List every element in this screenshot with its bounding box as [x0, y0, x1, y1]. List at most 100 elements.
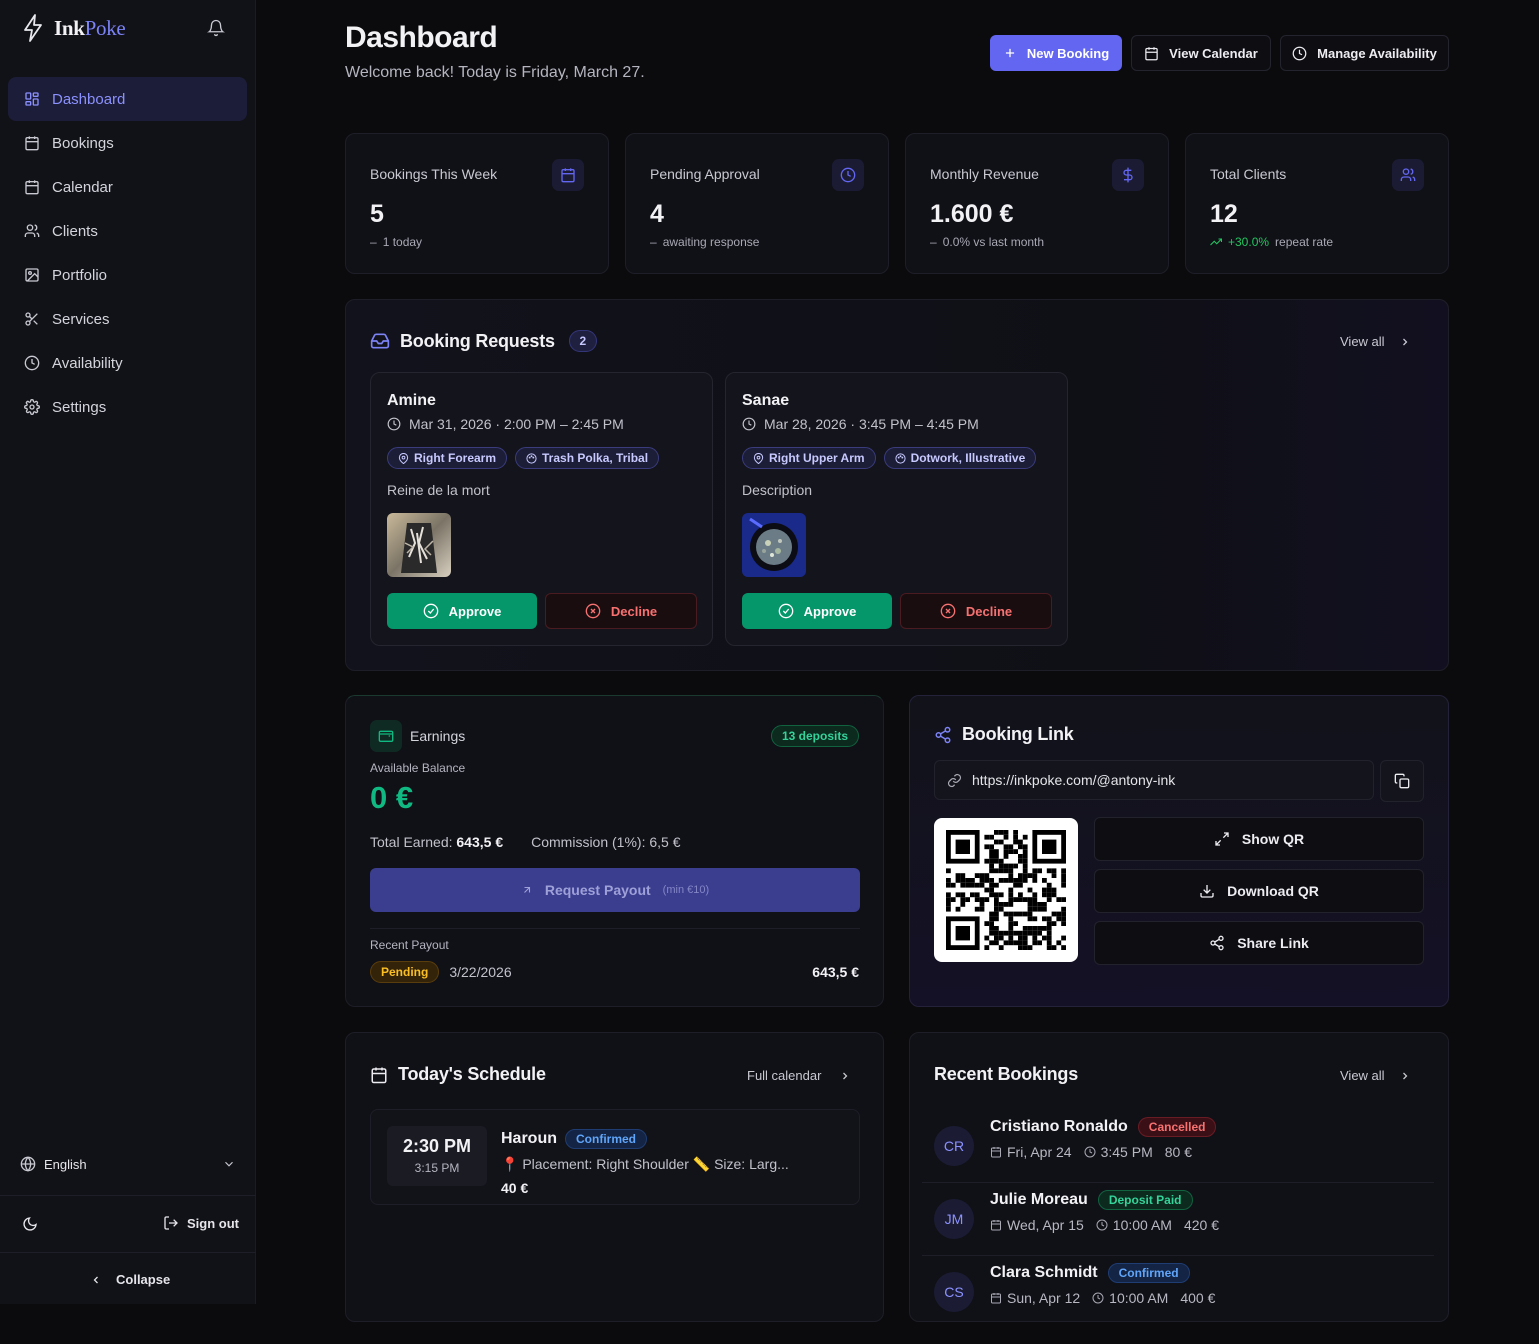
sidebar-item-bookings[interactable]: Bookings [8, 121, 247, 165]
booking-url-field[interactable]: https://inkpoke.com/@antony-ink [934, 760, 1374, 800]
users-icon [1392, 159, 1424, 191]
app-name: InkPoke [54, 15, 126, 40]
payout-amount: 643,5 € [812, 964, 859, 980]
sign-out-button[interactable]: Sign out [163, 1215, 239, 1231]
inbox-icon [370, 331, 390, 351]
count-badge: 2 [568, 330, 597, 352]
sidebar-item-services[interactable]: Services [8, 297, 247, 341]
client-name: Amine [387, 392, 436, 409]
stat-value: 1.600 € [930, 200, 1014, 228]
booking-row[interactable]: JM Julie Moreau Deposit Paid Wed, Apr 15… [934, 1190, 1434, 1271]
bell-icon[interactable] [207, 19, 225, 37]
reference-image[interactable] [742, 513, 806, 577]
stat-note-text: 0.0% vs last month [942, 235, 1045, 249]
sidebar-nav: Dashboard Bookings Calendar Clients Port… [8, 77, 247, 429]
booking-requests-panel: Booking Requests 2 View all Amine Mar 31… [345, 299, 1449, 671]
language-selector[interactable]: English [20, 1156, 236, 1172]
divider [0, 1252, 256, 1253]
sidebar-item-calendar[interactable]: Calendar [8, 165, 247, 209]
view-all-label: View all [1340, 334, 1385, 349]
schedule-item[interactable]: 2:30 PM 3:15 PM Haroun Confirmed 📍 Place… [370, 1109, 860, 1205]
share-link-button[interactable]: Share Link [1094, 921, 1424, 965]
stat-note: – awaiting response [650, 235, 759, 249]
schedule-title-row: Haroun Confirmed [501, 1129, 647, 1149]
chevron-right-icon [839, 1070, 851, 1082]
request-payout-button[interactable]: Request Payout (min €10) [370, 868, 860, 912]
status-badge: Deposit Paid [1097, 1190, 1193, 1210]
map-pin-icon [753, 452, 764, 464]
datetime-text: Mar 31, 2026 · 2:00 PM – 2:45 PM [409, 416, 624, 432]
schedule-details: 📍 Placement: Right Shoulder 📏 Size: Larg… [501, 1156, 789, 1172]
view-calendar-label: View Calendar [1169, 45, 1258, 61]
sidebar-item-portfolio[interactable]: Portfolio [8, 253, 247, 297]
booking-date: Wed, Apr 15 [990, 1217, 1084, 1233]
page-subtitle: Welcome back! Today is Friday, March 27. [345, 64, 645, 81]
booking-row[interactable]: CR Cristiano Ronaldo Cancelled Fri, Apr … [934, 1117, 1434, 1198]
sidebar-item-clients[interactable]: Clients [8, 209, 247, 253]
booking-row[interactable]: CS Clara Schmidt Confirmed Sun, Apr 12 1… [934, 1263, 1434, 1344]
copy-link-button[interactable] [1380, 760, 1424, 802]
section-title: Recent Bookings [934, 1064, 1079, 1084]
booking-requests-header: Booking Requests 2 [370, 330, 597, 352]
stat-note-text: repeat rate [1275, 235, 1334, 249]
dash-icon: – [930, 235, 937, 249]
stat-label: Bookings This Week [370, 166, 498, 182]
schedule-price: 40 € [501, 1180, 529, 1196]
check-circle-icon [778, 603, 794, 619]
date-text: Fri, Apr 24 [1007, 1144, 1072, 1160]
stat-note: –1 today [370, 235, 422, 249]
full-calendar-link[interactable]: Full calendar [747, 1068, 851, 1083]
logout-icon [163, 1215, 179, 1231]
collapse-button[interactable]: Collapse [90, 1272, 170, 1287]
share-icon [1209, 935, 1225, 951]
booking-link-header: Booking Link [934, 724, 1074, 745]
sidebar-item-dashboard[interactable]: Dashboard [8, 77, 247, 121]
earnings-panel: Earnings 13 deposits Available Balance 0… [345, 695, 884, 1007]
recent-payout-row: Pending 3/22/2026 [370, 961, 512, 983]
calendar-grid-icon [990, 1219, 1002, 1231]
avatar: CR [934, 1126, 974, 1166]
decline-button[interactable]: Decline [545, 593, 697, 629]
approve-button[interactable]: Approve [387, 593, 537, 629]
deposits-badge: 13 deposits [770, 725, 859, 747]
calendar-grid-icon [990, 1146, 1002, 1158]
approve-button[interactable]: Approve [742, 593, 892, 629]
qr-code [934, 818, 1078, 962]
arrow-up-right-icon [521, 884, 533, 896]
moon-icon[interactable] [22, 1216, 38, 1232]
chevron-right-icon [1399, 1070, 1411, 1082]
reference-image[interactable] [387, 513, 451, 577]
total-earned-value: 643,5 € [456, 834, 504, 850]
client-name: Julie Moreau [990, 1191, 1088, 1208]
booking-name-row: Julie Moreau Deposit Paid [990, 1190, 1193, 1210]
view-all-bookings-link[interactable]: View all [1340, 1068, 1411, 1083]
total-earned-label: Total Earned: [370, 834, 453, 850]
request-card: Amine Mar 31, 2026 · 2:00 PM – 2:45 PM R… [370, 372, 713, 646]
calendar-grid-icon [24, 135, 40, 151]
stat-note-highlight: +30.0% [1228, 235, 1270, 249]
decline-button[interactable]: Decline [900, 593, 1052, 629]
status-badge: Confirmed [1107, 1263, 1190, 1283]
show-qr-button[interactable]: Show QR [1094, 817, 1424, 861]
balance-value: 0 € [370, 780, 414, 815]
decline-label: Decline [965, 603, 1013, 619]
sidebar-item-settings[interactable]: Settings [8, 385, 247, 429]
clock-icon [1292, 46, 1307, 61]
manage-availability-button[interactable]: Manage Availability [1280, 35, 1449, 71]
logo[interactable]: InkPoke [22, 14, 126, 42]
share-link-label: Share Link [1237, 935, 1309, 951]
sidebar: InkPoke Dashboard Bookings Calendar Clie… [0, 0, 256, 1304]
chip-label: Trash Polka, Tribal [542, 451, 649, 465]
request-card: Sanae Mar 28, 2026 · 3:45 PM – 4:45 PM R… [725, 372, 1068, 646]
view-all-requests-link[interactable]: View all [1340, 334, 1411, 349]
chip-label: Right Upper Arm [769, 451, 865, 465]
calendar-grid-icon [990, 1292, 1002, 1304]
new-booking-button[interactable]: New Booking [990, 35, 1122, 71]
view-calendar-button[interactable]: View Calendar [1131, 35, 1271, 71]
style-chip: Trash Polka, Tribal [515, 447, 660, 469]
download-qr-button[interactable]: Download QR [1094, 869, 1424, 913]
clock-icon [832, 159, 864, 191]
booking-name-row: Clara Schmidt Confirmed [990, 1263, 1190, 1283]
stat-card-revenue: Monthly Revenue 1.600 € –0.0% vs last mo… [905, 133, 1169, 274]
sidebar-item-availability[interactable]: Availability [8, 341, 247, 385]
